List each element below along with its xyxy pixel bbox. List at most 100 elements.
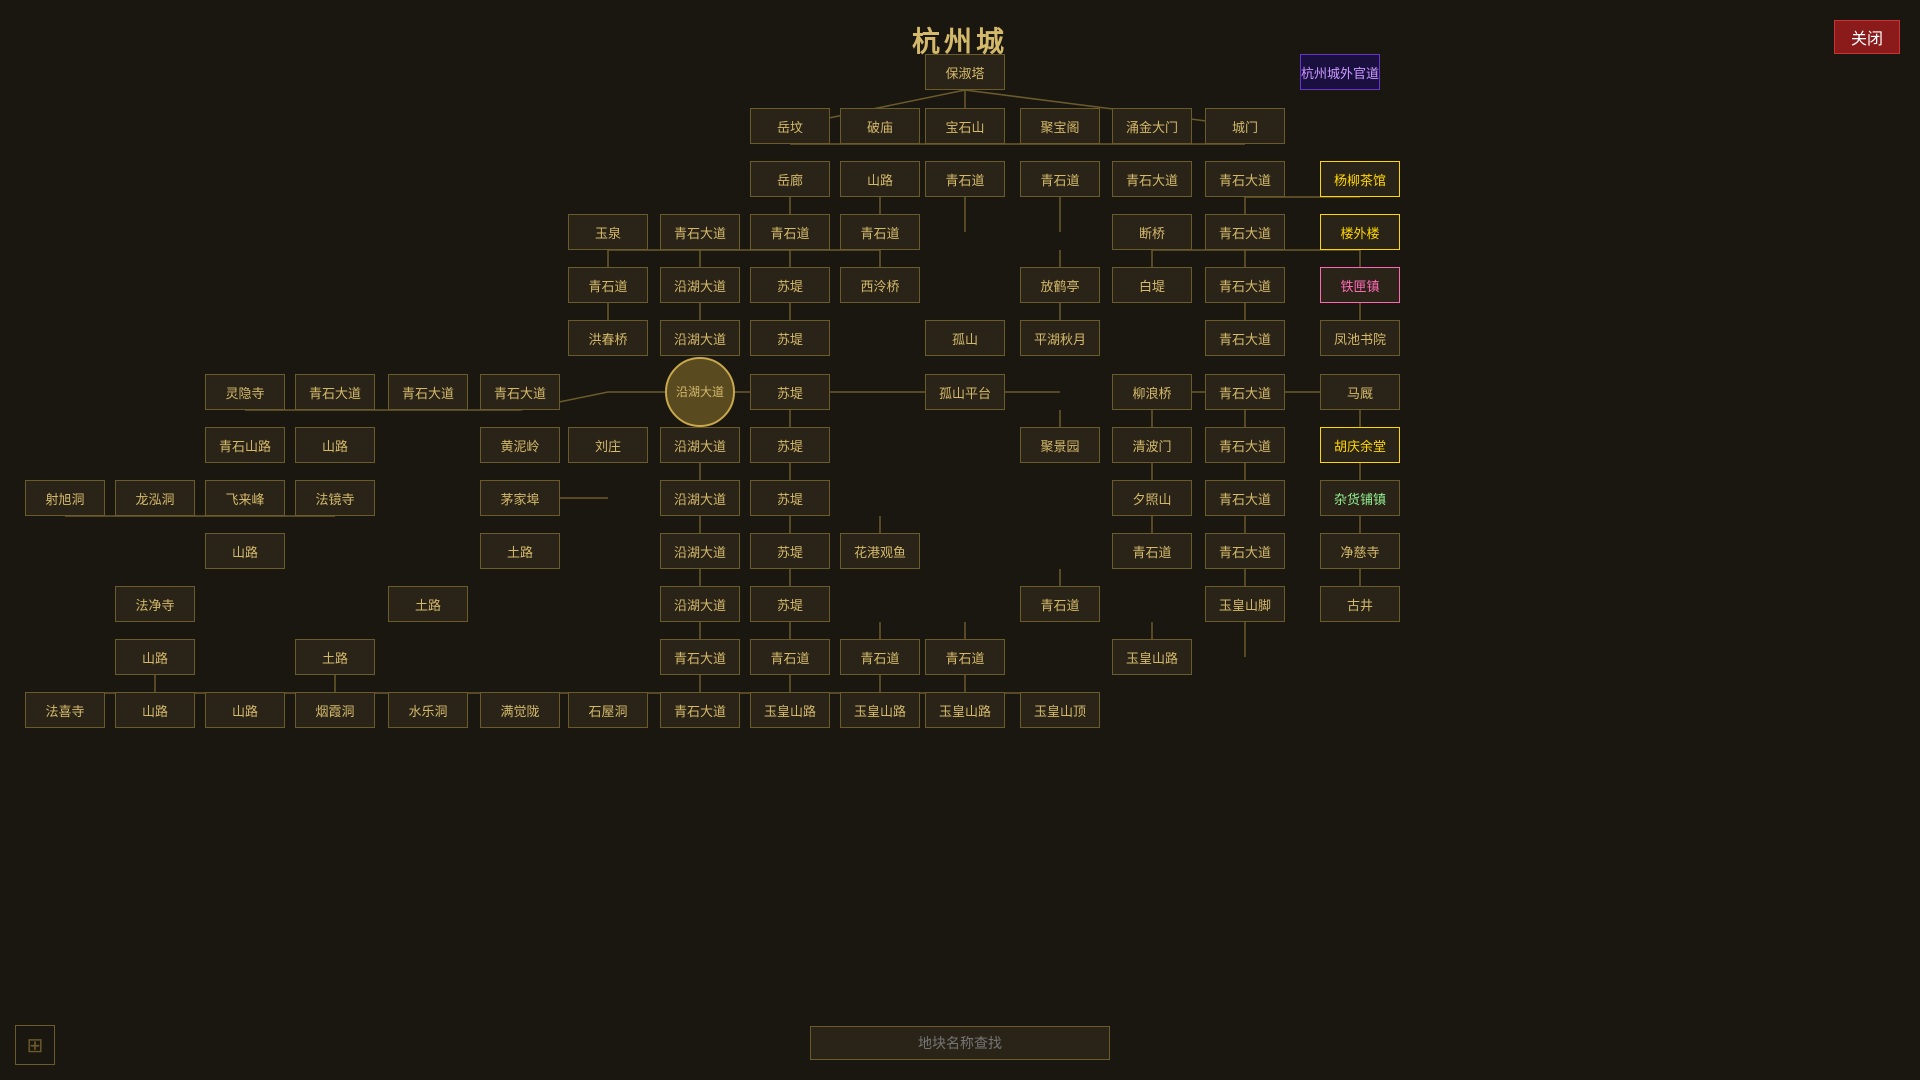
node-shexudong[interactable]: 射旭洞 [25,480,105,516]
node-shuiledong[interactable]: 水乐洞 [388,692,468,728]
node-qingshidao8[interactable]: 青石道 [750,639,830,675]
node-lowaiwai[interactable]: 楼外楼 [1320,214,1400,250]
node-qingshidadao14[interactable]: 青石大道 [660,639,740,675]
node-maojiabu[interactable]: 茅家埠 [480,480,560,516]
node-qingshidao7[interactable]: 青石道 [1020,586,1100,622]
node-tulu2[interactable]: 土路 [388,586,468,622]
node-pomiao[interactable]: 破庙 [840,108,920,144]
node-yuhuangshanding[interactable]: 玉皇山顶 [1020,692,1100,728]
node-yanhudadao5[interactable]: 沿湖大道 [660,533,740,569]
node-yuefen[interactable]: 岳坟 [750,108,830,144]
node-qingshishanlu[interactable]: 青石山路 [205,427,285,463]
node-yuhuangshanlu2[interactable]: 玉皇山路 [750,692,830,728]
node-qingshidao3[interactable]: 青石道 [750,214,830,250]
node-sudi6[interactable]: 苏堤 [750,533,830,569]
node-qingshidao2[interactable]: 青石道 [1020,161,1100,197]
node-huqingyutang[interactable]: 胡庆余堂 [1320,427,1400,463]
node-qingshidadao4[interactable]: 青石大道 [1205,214,1285,250]
node-yuemiao[interactable]: 岳廊 [750,161,830,197]
node-qingshidadao12[interactable]: 青石大道 [1205,480,1285,516]
node-yanhudadao_cur[interactable]: 沿湖大道 [665,357,735,427]
node-liulanqiao[interactable]: 柳浪桥 [1112,374,1192,410]
node-qingshidadao7[interactable]: 青石大道 [295,374,375,410]
node-jingcisi[interactable]: 净慈寺 [1320,533,1400,569]
node-yanhudadao6[interactable]: 沿湖大道 [660,586,740,622]
node-fahasi[interactable]: 法喜寺 [25,692,105,728]
map-icon[interactable]: ⊞ [15,1025,55,1065]
node-hongchunqiao[interactable]: 洪春桥 [568,320,648,356]
node-zahuopuzhen[interactable]: 杂货铺镇 [1320,480,1400,516]
node-lingyin[interactable]: 灵隐寺 [205,374,285,410]
node-shanlu1[interactable]: 山路 [840,161,920,197]
node-qingshidao5[interactable]: 青石道 [568,267,648,303]
node-shanlu3[interactable]: 山路 [205,533,285,569]
node-feilaifeng[interactable]: 飞来峰 [205,480,285,516]
node-xilengqiao[interactable]: 西泠桥 [840,267,920,303]
node-qingbomen[interactable]: 清波门 [1112,427,1192,463]
node-yanhudadao4[interactable]: 沿湖大道 [660,480,740,516]
node-shanlu2[interactable]: 山路 [295,427,375,463]
node-qingshidadao1[interactable]: 青石大道 [1112,161,1192,197]
node-sudi3[interactable]: 苏堤 [750,374,830,410]
node-pinghequyue[interactable]: 平湖秋月 [1020,320,1100,356]
node-yuhuangshanlu3[interactable]: 玉皇山路 [840,692,920,728]
node-yuhuangshanlu4[interactable]: 玉皇山路 [925,692,1005,728]
node-sudi7[interactable]: 苏堤 [750,586,830,622]
node-yuhuangshanlu[interactable]: 玉皇山路 [1112,639,1192,675]
node-qingshidao10[interactable]: 青石道 [925,639,1005,675]
node-shanlu5[interactable]: 山路 [115,692,195,728]
node-gujing[interactable]: 古井 [1320,586,1400,622]
node-sudi1[interactable]: 苏堤 [750,267,830,303]
node-baidi[interactable]: 白堤 [1112,267,1192,303]
node-tulu1[interactable]: 土路 [480,533,560,569]
node-qingshidadao11[interactable]: 青石大道 [1205,427,1285,463]
node-qingshidao6[interactable]: 青石道 [1112,533,1192,569]
node-tiequanzhen[interactable]: 铁匣镇 [1320,267,1400,303]
node-huagangguanyu[interactable]: 花港观鱼 [840,533,920,569]
node-fanghelting[interactable]: 放鹤亭 [1020,267,1100,303]
node-tulu3[interactable]: 土路 [295,639,375,675]
node-hangzhouchengwai[interactable]: 杭州城外官道 [1300,54,1380,90]
node-yangliuteahouse[interactable]: 杨柳茶馆 [1320,161,1400,197]
node-shanlu6[interactable]: 山路 [205,692,285,728]
node-yanhudadao3[interactable]: 沿湖大道 [660,427,740,463]
node-qingshidadao6[interactable]: 青石大道 [1205,320,1285,356]
node-gushan[interactable]: 孤山 [925,320,1005,356]
node-sudi2[interactable]: 苏堤 [750,320,830,356]
node-qingshidadao10[interactable]: 青石大道 [1205,374,1285,410]
node-qingshidadao13[interactable]: 青石大道 [1205,533,1285,569]
node-yanhudadao1[interactable]: 沿湖大道 [660,267,740,303]
node-qingshidadao9[interactable]: 青石大道 [480,374,560,410]
node-qingshidao1[interactable]: 青石道 [925,161,1005,197]
close-button[interactable]: 关闭 [1834,20,1900,54]
node-fajingsi2[interactable]: 法净寺 [115,586,195,622]
node-yanxiadong[interactable]: 烟霞洞 [295,692,375,728]
node-baoshishan[interactable]: 宝石山 [925,108,1005,144]
node-chengmen[interactable]: 城门 [1205,108,1285,144]
search-input[interactable] [810,1026,1110,1060]
node-duanqiao[interactable]: 断桥 [1112,214,1192,250]
node-yuhuangshanjiao[interactable]: 玉皇山脚 [1205,586,1285,622]
node-sudi5[interactable]: 苏堤 [750,480,830,516]
node-qingshidao4[interactable]: 青石道 [840,214,920,250]
node-yuquan[interactable]: 玉泉 [568,214,648,250]
node-sudi4[interactable]: 苏堤 [750,427,830,463]
node-shanlu4[interactable]: 山路 [115,639,195,675]
node-qingshidadao5[interactable]: 青石大道 [1205,267,1285,303]
node-yanhudadao2[interactable]: 沿湖大道 [660,320,740,356]
node-fengchishuyuan[interactable]: 凤池书院 [1320,320,1400,356]
node-qingshidadao3[interactable]: 青石大道 [660,214,740,250]
node-maju[interactable]: 马厩 [1320,374,1400,410]
node-jujingyuan[interactable]: 聚景园 [1020,427,1100,463]
node-huangnilin[interactable]: 黄泥岭 [480,427,560,463]
node-jubaooge[interactable]: 聚宝阁 [1020,108,1100,144]
node-qingshidadao2[interactable]: 青石大道 [1205,161,1285,197]
node-qingshidadao15[interactable]: 青石大道 [660,692,740,728]
node-liuzhuang[interactable]: 刘庄 [568,427,648,463]
node-qingshidao9[interactable]: 青石道 [840,639,920,675]
node-gushanplatform[interactable]: 孤山平台 [925,374,1005,410]
node-qingshidadao8[interactable]: 青石大道 [388,374,468,410]
node-shiwudong[interactable]: 石屋洞 [568,692,648,728]
node-manjuedian[interactable]: 满觉陇 [480,692,560,728]
node-fajingsi[interactable]: 法镜寺 [295,480,375,516]
